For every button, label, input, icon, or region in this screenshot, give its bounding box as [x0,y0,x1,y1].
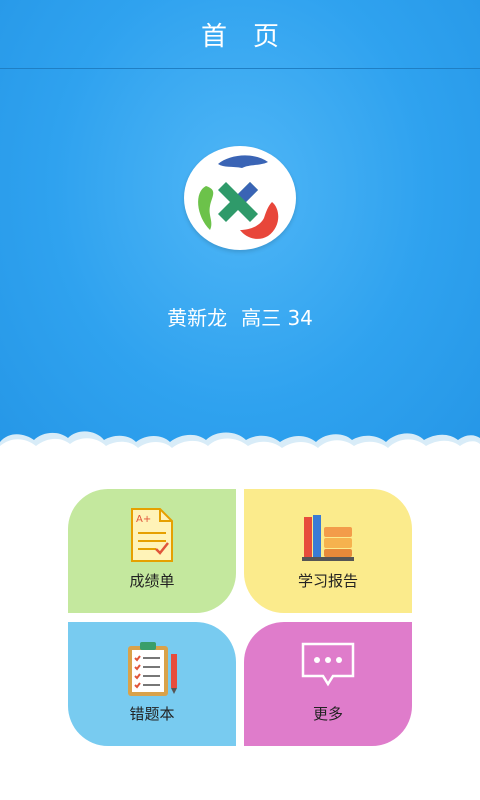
tile-report-card[interactable]: A+ 成绩单 [68,489,236,613]
tile-label: 学习报告 [297,572,358,590]
chat-bubble-icon [301,642,355,687]
svg-text:A+: A+ [136,514,151,525]
books-icon [302,515,354,561]
tile-more[interactable]: 更多 [244,622,412,746]
logo-icon [198,155,279,239]
cloud-divider [0,431,480,470]
user-info: 黄新龙 高三 34 [0,302,480,331]
app-logo [184,146,296,250]
user-name: 黄新龙 [167,306,228,330]
clipboard-icon [128,642,177,696]
tile-label: 更多 [312,705,343,723]
title-bar: 首页 [0,0,480,69]
tile-label: 错题本 [129,705,175,723]
page-title: 首页 [200,21,305,52]
tile-label: 成绩单 [129,572,175,590]
tile-study-report[interactable]: 学习报告 [244,489,412,613]
user-class: 高三 34 [241,306,313,330]
report-card-icon: A+ [131,508,173,562]
tile-mistake-book[interactable]: 错题本 [68,622,236,746]
